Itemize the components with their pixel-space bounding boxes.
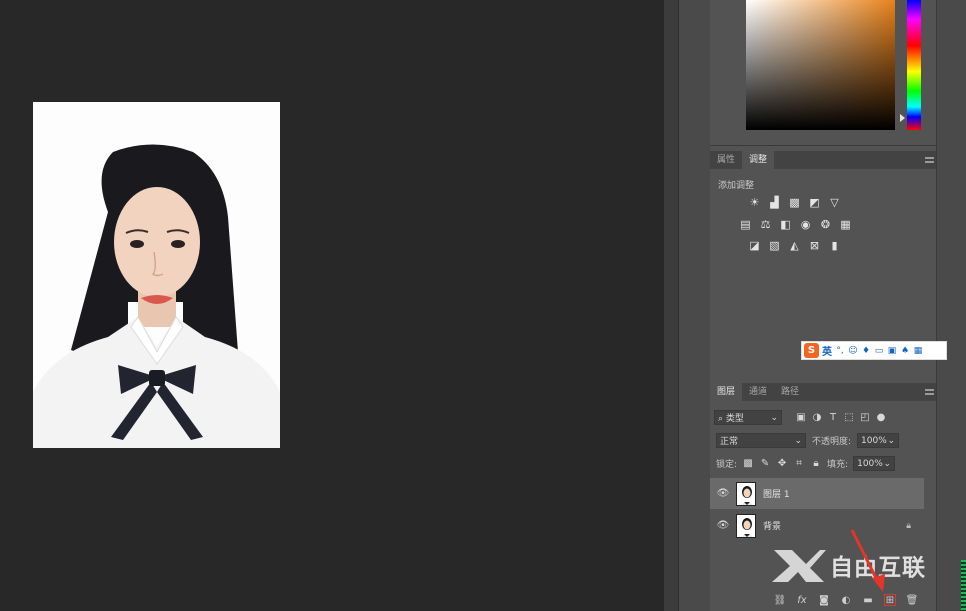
posterize-icon[interactable]: ▧	[767, 239, 782, 252]
annotation-arrow	[850, 529, 885, 592]
color-lookup-icon[interactable]: ▦	[838, 218, 853, 231]
curves-icon[interactable]: ▩	[787, 196, 802, 209]
filter-type-icon[interactable]: T	[827, 412, 839, 424]
tab-adjustments[interactable]: 调整	[742, 151, 775, 169]
layers-bottom-bar: ⛓ fx ◙ ◐ ▬ ⊞ 🗑︎	[770, 590, 920, 610]
opacity-input[interactable]: 100% ⌄	[857, 433, 900, 448]
lock-row: 锁定: ▩ ✎ ✥ ⌗ 🔒︎ 填充: 100% ⌄	[716, 456, 896, 471]
layer-thumbnail	[736, 481, 756, 506]
add-adjustment-title: 添加调整	[718, 181, 755, 191]
layer-thumbnail	[736, 513, 756, 538]
threshold-icon[interactable]: ◭	[787, 239, 802, 252]
tab-properties[interactable]: 属性	[710, 151, 742, 169]
selective-color-icon[interactable]: ⊠	[807, 239, 822, 252]
tab-layers[interactable]: 图层	[710, 383, 743, 401]
grid-icon[interactable]: ▦	[913, 346, 923, 356]
filter-pixel-icon[interactable]: ▣	[795, 412, 807, 424]
color-picker-field[interactable]	[746, 0, 895, 130]
collapsed-panel-dock	[678, 0, 710, 611]
ime-toolbar[interactable]: S 英 °, ☺ ♦ ▭ ▣ ♠ ▦	[801, 341, 947, 360]
filter-adjustment-icon[interactable]: ◑	[811, 412, 823, 424]
lock-icon: 🔒︎	[906, 520, 911, 531]
layer-row[interactable]: 👁︎ 背景 🔒︎	[710, 510, 924, 541]
blend-row: 正常 ⌄ 不透明度: 100% ⌄	[716, 433, 900, 448]
skin-icon[interactable]: ♠	[900, 346, 910, 356]
toolbox-icon[interactable]: ▣	[887, 346, 897, 356]
layer-name[interactable]: 图层 1	[763, 487, 790, 500]
lock-image-icon[interactable]: ✎	[759, 458, 771, 470]
microphone-icon[interactable]: ♦	[861, 346, 871, 356]
hue-slider-handle[interactable]	[900, 114, 905, 122]
tab-channels[interactable]: 通道	[742, 383, 774, 401]
eye-icon[interactable]: 👁︎	[710, 520, 736, 531]
invert-icon[interactable]: ◪	[747, 239, 762, 252]
ime-logo-icon[interactable]: S	[804, 343, 819, 358]
lock-transparent-icon[interactable]: ▩	[742, 458, 754, 470]
channel-mixer-icon[interactable]: ❂	[818, 218, 833, 231]
blend-mode-select[interactable]: 正常 ⌄	[716, 433, 806, 448]
brightness-contrast-icon[interactable]: ☀	[747, 196, 762, 209]
lock-position-icon[interactable]: ✥	[776, 458, 788, 470]
eye-icon[interactable]: 👁︎	[710, 488, 736, 499]
layers-menu-icon[interactable]	[925, 389, 934, 395]
new-layer-icon[interactable]: ⊞	[884, 594, 896, 606]
layers-tabs: 图层 通道 路径	[710, 383, 936, 401]
right-edge-strip	[936, 0, 966, 611]
watermark-logo-icon	[772, 550, 826, 582]
ime-mode-label[interactable]: 英	[822, 343, 832, 358]
levels-icon[interactable]: ▟	[767, 196, 782, 209]
lock-artboard-icon[interactable]: ⌗	[793, 458, 805, 470]
keyboard-icon[interactable]: ▭	[874, 346, 884, 356]
filter-kind-label: 类型	[725, 414, 744, 424]
adjustment-row-2: ▤ ⚖ ◧ ◉ ❂ ▦	[738, 218, 853, 231]
level-meter	[961, 560, 966, 611]
fx-icon[interactable]: fx	[796, 594, 808, 606]
layer-row[interactable]: 👁︎ 图层 1	[710, 478, 924, 509]
document-canvas[interactable]	[0, 0, 664, 611]
blend-mode-value: 正常	[720, 437, 739, 447]
filter-shape-icon[interactable]: ⬚	[843, 412, 855, 424]
mask-icon[interactable]: ◙	[818, 594, 830, 606]
lock-all-icon[interactable]: 🔒︎	[810, 458, 822, 470]
gradient-map-icon[interactable]: ▮	[827, 239, 842, 252]
opacity-value: 100%	[861, 435, 887, 446]
adjustment-row-3: ◪ ▧ ◭ ⊠ ▮	[747, 239, 842, 252]
layer-filter-row: ⌕ 类型 ⌄ ▣ ◑ T ⬚ ◰ ●	[714, 410, 887, 425]
opacity-label: 不透明度:	[812, 437, 852, 447]
layer-name[interactable]: 背景	[763, 519, 781, 532]
filter-toggle-icon[interactable]: ●	[875, 412, 887, 424]
color-balance-icon[interactable]: ⚖	[758, 218, 773, 231]
hue-saturation-icon[interactable]: ▤	[738, 218, 753, 231]
lock-label: 锁定:	[716, 460, 738, 470]
hue-slider[interactable]	[907, 0, 921, 130]
fill-value: 100%	[857, 458, 883, 469]
fill-input[interactable]: 100% ⌄	[853, 456, 896, 471]
panel-menu-icon[interactable]	[925, 157, 934, 163]
fill-label: 填充:	[827, 460, 849, 470]
canvas-scrollbar[interactable]	[664, 0, 678, 611]
emoji-icon[interactable]: ☺	[848, 346, 858, 356]
id-photo-image	[33, 102, 280, 448]
trash-icon[interactable]: 🗑︎	[906, 594, 919, 606]
punctuation-icon[interactable]: °,	[835, 346, 845, 356]
photo-filter-icon[interactable]: ◉	[798, 218, 813, 231]
link-icon[interactable]: ⛓	[774, 594, 787, 606]
folder-icon[interactable]: ▬	[862, 594, 874, 606]
adjustment-row-1: ☀ ▟ ▩ ◩ ▽	[747, 196, 842, 209]
adjustment-icon[interactable]: ◐	[840, 594, 852, 606]
vibrance-icon[interactable]: ▽	[827, 196, 842, 209]
black-white-icon[interactable]: ◧	[778, 218, 793, 231]
tab-paths[interactable]: 路径	[774, 383, 806, 401]
properties-tabs: 属性 调整	[710, 151, 936, 169]
exposure-icon[interactable]: ◩	[807, 196, 822, 209]
filter-kind-select[interactable]: ⌕ 类型 ⌄	[714, 410, 782, 425]
filter-smart-object-icon[interactable]: ◰	[859, 412, 871, 424]
